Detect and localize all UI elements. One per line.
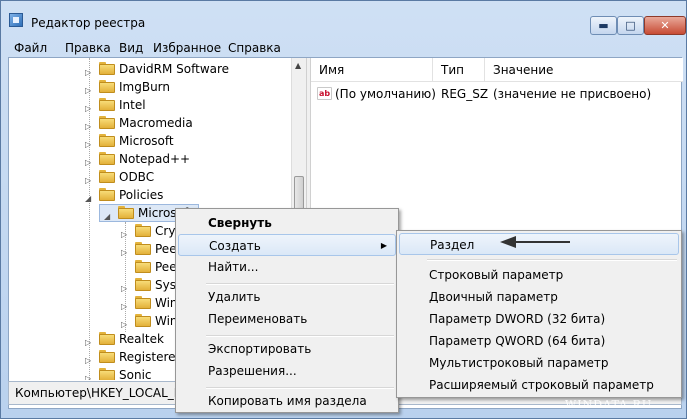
menu-item-rename[interactable]: Переименовать <box>178 308 396 330</box>
menu-item-collapse[interactable]: Свернуть <box>178 212 396 234</box>
expand-triangle-icon[interactable]: ▷ <box>121 280 127 298</box>
folder-icon <box>99 170 115 183</box>
submenu-item-expandable-string-value[interactable]: Расширяемый строковый параметр <box>399 374 679 396</box>
context-menu: Свернуть Создать ▶ Найти... Удалить Пере… <box>175 208 399 413</box>
folder-icon <box>99 134 115 147</box>
expand-triangle-icon[interactable]: ▷ <box>121 226 127 244</box>
menu-item-new-label: Создать <box>209 239 261 253</box>
menu-item-new[interactable]: Создать ▶ <box>178 234 396 256</box>
expand-triangle-icon[interactable]: ▷ <box>85 154 91 172</box>
expand-triangle-icon[interactable]: ▷ <box>85 82 91 100</box>
tree-item-label: Notepad++ <box>119 152 191 166</box>
menu-item-delete[interactable]: Удалить <box>178 286 396 308</box>
menu-separator <box>206 387 394 389</box>
menu-view[interactable]: Вид <box>119 41 143 55</box>
menu-separator <box>427 259 677 261</box>
folder-icon <box>135 224 151 237</box>
menu-edit[interactable]: Правка <box>65 41 111 55</box>
expand-triangle-icon[interactable]: ▷ <box>121 244 127 262</box>
minimize-button[interactable]: ▬ <box>590 16 617 35</box>
expand-triangle-icon[interactable]: ▷ <box>85 136 91 154</box>
folder-icon <box>99 62 115 75</box>
title-bar[interactable]: Редактор реестра ▬ □ ✕ <box>1 1 686 35</box>
folder-icon <box>99 80 115 93</box>
menu-help[interactable]: Справка <box>228 41 281 55</box>
folder-icon <box>135 296 151 309</box>
submenu-item-string-value[interactable]: Строковый параметр <box>399 264 679 286</box>
menu-file[interactable]: Файл <box>14 41 47 55</box>
expand-triangle-icon[interactable]: ▷ <box>85 172 91 190</box>
tree-item-label: Intel <box>119 98 146 112</box>
string-value-icon: ab <box>317 87 332 100</box>
registry-app-icon <box>9 13 23 27</box>
folder-icon <box>99 152 115 165</box>
scroll-up-icon[interactable]: ▲ <box>295 61 301 70</box>
expand-triangle-icon[interactable]: ▷ <box>85 370 91 380</box>
tree-item-label: Sonic <box>119 368 152 380</box>
submenu-new: Раздел Строковый параметр Двоичный парам… <box>396 230 682 398</box>
tree-item-label: Microsoft <box>119 134 174 148</box>
menu-separator <box>206 335 394 337</box>
submenu-item-qword-value[interactable]: Параметр QWORD (64 бита) <box>399 330 679 352</box>
status-path: Компьютер\HKEY_LOCAL_MA <box>15 386 193 400</box>
tree-item-label: Pee <box>155 242 177 256</box>
menu-favorites[interactable]: Избранное <box>153 41 221 55</box>
column-header-name[interactable]: Имя <box>311 58 433 82</box>
menu-bar: Файл Правка Вид Избранное Справка <box>1 35 686 57</box>
expand-triangle-icon[interactable]: ▷ <box>85 334 91 352</box>
tree-item-label: ImgBurn <box>119 80 171 94</box>
expand-triangle-icon[interactable]: ▷ <box>85 100 91 118</box>
maximize-button[interactable]: □ <box>617 16 644 35</box>
list-row[interactable]: ab (По умолчанию) REG_SZ (значение не пр… <box>311 84 683 104</box>
folder-icon <box>135 278 151 291</box>
tree-item-label: Macromedia <box>119 116 193 130</box>
submenu-item-multistring-value[interactable]: Мультистроковый параметр <box>399 352 679 374</box>
expand-triangle-icon[interactable]: ▷ <box>85 64 91 82</box>
submenu-item-dword-value[interactable]: Параметр DWORD (32 бита) <box>399 308 679 330</box>
submenu-item-binary-value[interactable]: Двоичный параметр <box>399 286 679 308</box>
folder-icon <box>99 116 115 129</box>
folder-icon <box>135 242 151 255</box>
menu-item-permissions[interactable]: Разрешения... <box>178 360 396 382</box>
column-header-type[interactable]: Тип <box>433 58 485 82</box>
tree-item-label: Policies <box>119 188 164 202</box>
value-name: (По умолчанию) <box>335 87 436 101</box>
folder-icon <box>99 368 115 380</box>
folder-icon <box>135 260 151 273</box>
value-type: REG_SZ <box>441 87 489 101</box>
menu-item-copy-key-name[interactable]: Копировать имя раздела <box>178 390 396 412</box>
annotation-arrow-icon <box>500 236 570 248</box>
value-data: (значение не присвоено) <box>493 87 652 101</box>
tree-item-label: Realtek <box>119 332 164 346</box>
expand-triangle-icon[interactable]: ▷ <box>121 298 127 316</box>
tree-item-label: Pee <box>155 260 177 274</box>
folder-icon <box>99 332 115 345</box>
folder-icon <box>118 206 134 219</box>
folder-icon <box>99 98 115 111</box>
folder-icon <box>99 188 115 201</box>
close-button[interactable]: ✕ <box>644 16 686 35</box>
folder-icon <box>99 350 115 363</box>
submenu-arrow-icon: ▶ <box>380 241 387 250</box>
folder-icon <box>135 314 151 327</box>
window-title: Редактор реестра <box>31 16 146 30</box>
expand-triangle-icon[interactable]: ▷ <box>85 352 91 370</box>
expand-triangle-icon[interactable]: ▷ <box>85 118 91 136</box>
collapse-triangle-icon[interactable]: ◢ <box>85 190 91 208</box>
collapse-triangle-icon[interactable]: ◢ <box>104 208 110 226</box>
menu-item-find[interactable]: Найти... <box>178 256 396 278</box>
menu-separator <box>206 283 394 285</box>
tree-item-label: DavidRM Software <box>119 62 230 76</box>
tree-item-label: ODBC <box>119 170 155 184</box>
watermark: WINDATA.RU <box>565 398 653 411</box>
menu-item-export[interactable]: Экспортировать <box>178 338 396 360</box>
column-header-value[interactable]: Значение <box>485 58 683 82</box>
